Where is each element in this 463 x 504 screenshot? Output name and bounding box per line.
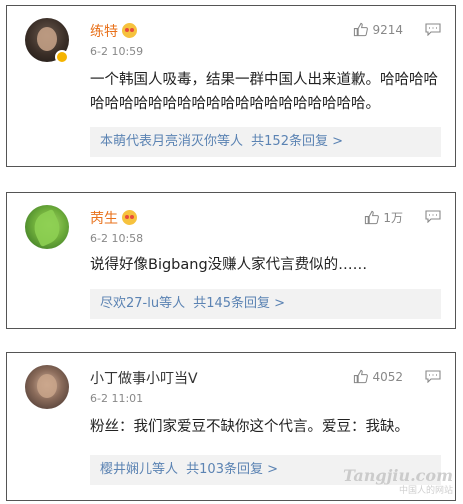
thumbs-up-icon [354, 22, 369, 37]
emoji-face-icon [122, 210, 137, 225]
replies-link[interactable]: 本萌代表月亮消灭你等人 共152条回复 > [90, 127, 441, 157]
reply-count[interactable]: 共145条回复 > [193, 296, 285, 311]
comment-username[interactable]: 小丁做事小叮当V [90, 368, 198, 388]
like-count: 1万 [383, 211, 403, 225]
comment-text: 一个韩国人吸毒，结果一群中国人出来道歉。哈哈哈哈哈哈哈哈哈哈哈哈哈哈哈哈哈哈哈哈… [90, 72, 438, 112]
comment-card: 练特 6-2 10:59 9214 一个韩国人吸毒，结果一群中国人出来道歉。哈哈… [6, 5, 456, 167]
comment-username[interactable]: 练特 [90, 21, 137, 41]
avatar[interactable] [25, 205, 69, 249]
comment-text: 粉丝：我们家爱豆不缺你这个代言。爱豆：我缺。 [90, 419, 409, 435]
like-button[interactable]: 1万 [364, 209, 403, 226]
replies-link[interactable]: 尽欢27-lu等人 共145条回复 > [90, 289, 441, 319]
like-button[interactable]: 9214 [353, 22, 403, 37]
watermark-logo: Tangjiu.com 中国人的网站 [343, 466, 453, 496]
comment-timestamp: 6-2 10:59 [90, 45, 144, 58]
like-count: 4052 [372, 369, 403, 384]
thumbs-up-icon [365, 210, 380, 225]
username-text[interactable]: 练特 [90, 24, 118, 40]
like-button[interactable]: 4052 [353, 369, 403, 384]
thumbs-up-icon [354, 369, 369, 384]
username-text[interactable]: 苪生 [90, 211, 118, 227]
reply-names[interactable]: 樱井娴儿等人 [100, 462, 178, 477]
comment-timestamp: 6-2 11:01 [90, 392, 144, 405]
comment-timestamp: 6-2 10:58 [90, 232, 144, 245]
comment-icon[interactable] [425, 370, 441, 383]
reply-count[interactable]: 共152条回复 > [251, 134, 343, 149]
comment-icon[interactable] [425, 210, 441, 223]
comment-username[interactable]: 苪生 [90, 208, 137, 228]
reply-count[interactable]: 共103条回复 > [186, 462, 278, 477]
emoji-face-icon [122, 23, 137, 38]
reply-names[interactable]: 本萌代表月亮消灭你等人 [100, 134, 243, 149]
comment-card: 苪生 6-2 10:58 1万 说得好像Bigbang没赚人家代言费似的…… 尽… [6, 192, 456, 329]
reply-names[interactable]: 尽欢27-lu等人 [100, 296, 185, 311]
comment-icon[interactable] [425, 23, 441, 36]
username-text[interactable]: 小丁做事小叮当V [90, 371, 198, 387]
avatar[interactable] [25, 365, 69, 409]
like-count: 9214 [372, 22, 403, 37]
verified-badge-icon [55, 50, 69, 64]
comment-text: 说得好像Bigbang没赚人家代言费似的…… [90, 257, 368, 273]
